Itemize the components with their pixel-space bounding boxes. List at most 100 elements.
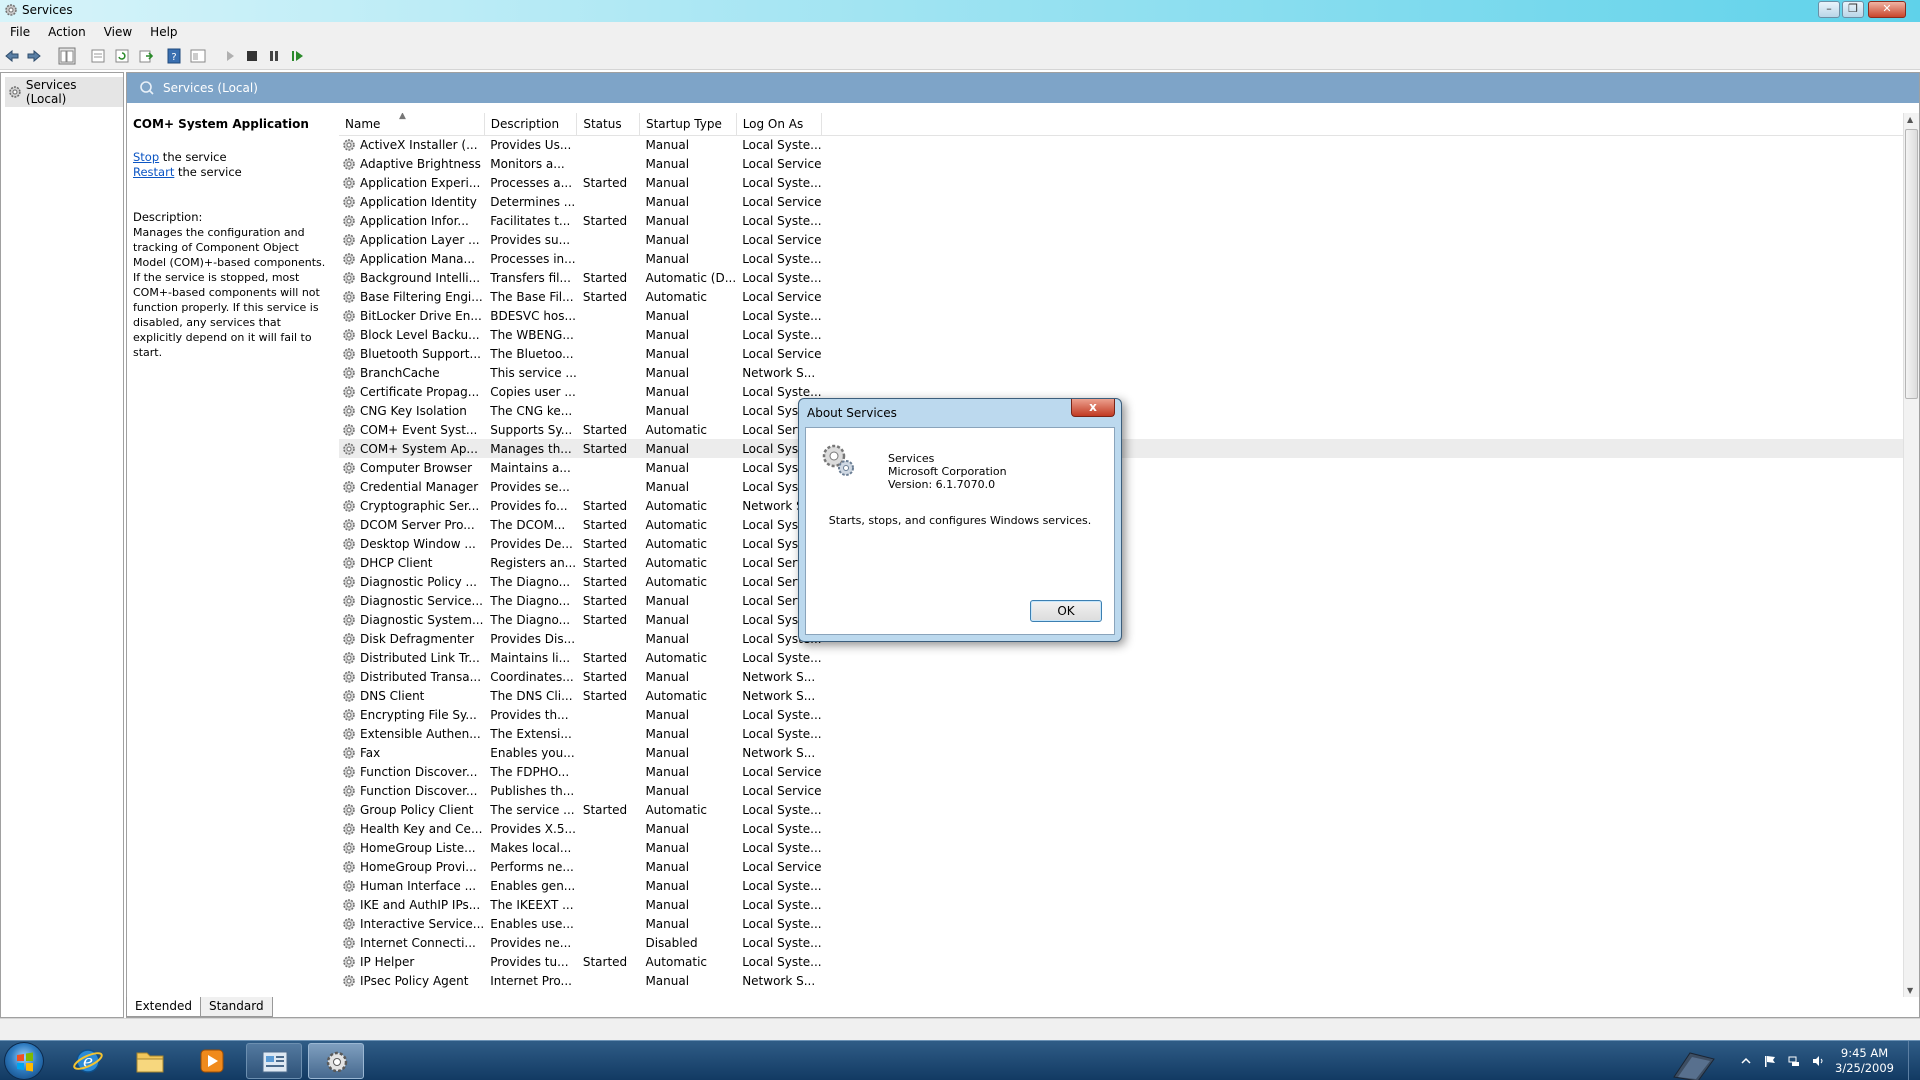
- table-row[interactable]: Block Level Backu... The WBENG... Manual Lo…: [339, 325, 1909, 344]
- show-desktop-button[interactable]: [1908, 1041, 1920, 1080]
- table-row[interactable]: Application Infor... Facilitates t... Star…: [339, 211, 1909, 230]
- scrollbar-thumb[interactable]: [1905, 129, 1918, 399]
- table-row[interactable]: Desktop Window ... Provides De... Started A…: [339, 534, 1909, 553]
- vertical-scrollbar[interactable]: ▲ ▼: [1903, 113, 1919, 997]
- column-header-status[interactable]: Status: [576, 113, 640, 136]
- table-row[interactable]: Distributed Transa... Coordinates... Start…: [339, 667, 1909, 686]
- table-row[interactable]: IKE and AuthIP IPs... The IKEEXT ... Manua…: [339, 895, 1909, 914]
- column-header-startup-type[interactable]: Startup Type: [639, 113, 737, 136]
- table-row[interactable]: Health Key and Ce... Provides X.5... Manua…: [339, 819, 1909, 838]
- menu-view[interactable]: View: [94, 22, 140, 39]
- minimize-button[interactable]: –: [1818, 1, 1840, 18]
- table-row[interactable]: Function Discover... The FDPHO... Manual Lo…: [339, 762, 1909, 781]
- cell-status: Started: [582, 612, 628, 627]
- table-row[interactable]: Interactive Service... Enables use... Manu…: [339, 914, 1909, 933]
- cell-name: IKE and AuthIP IPs...: [339, 895, 484, 914]
- restart-service-link[interactable]: Restart: [133, 165, 174, 179]
- description-text: Manages the configuration and tracking o…: [133, 226, 326, 359]
- view-icon[interactable]: [190, 48, 206, 64]
- network-icon[interactable]: [1788, 1055, 1800, 1067]
- table-row[interactable]: Background Intelli... Transfers fil... Sta…: [339, 268, 1909, 287]
- table-row[interactable]: Bluetooth Support... The Bluetoo... Manual…: [339, 344, 1909, 363]
- table-row[interactable]: BitLocker Drive En... BDESVC hos... Manual…: [339, 306, 1909, 325]
- stop-service-icon[interactable]: [244, 48, 260, 64]
- tab-standard[interactable]: Standard: [200, 997, 273, 1017]
- tree-node-services-local[interactable]: Services (Local): [5, 77, 123, 107]
- table-row[interactable]: DNS Client The DNS Cli... Started Automatic…: [339, 686, 1909, 705]
- ok-button[interactable]: OK: [1030, 600, 1102, 622]
- stop-service-link[interactable]: Stop: [133, 150, 159, 164]
- table-row[interactable]: HomeGroup Liste... Makes local... Manual Lo…: [339, 838, 1909, 857]
- table-row[interactable]: Internet Connecti... Provides ne... Disabl…: [339, 933, 1909, 952]
- tab-extended[interactable]: Extended: [126, 997, 201, 1017]
- start-service-icon[interactable]: [222, 48, 238, 64]
- show-hide-tree-icon[interactable]: [58, 47, 76, 65]
- properties-pane-icon[interactable]: [90, 48, 106, 64]
- export-list-icon[interactable]: [138, 48, 154, 64]
- scroll-up-arrow-icon[interactable]: ▲: [1907, 115, 1913, 124]
- table-row[interactable]: Adaptive Brightness Monitors a... Manual Lo…: [339, 154, 1909, 173]
- table-row[interactable]: Cryptographic Ser... Provides fo... Starte…: [339, 496, 1909, 515]
- table-row[interactable]: ActiveX Installer (... Provides Us... Manu…: [339, 135, 1909, 154]
- cell-startup-type: Manual: [645, 137, 690, 152]
- table-row[interactable]: DHCP Client Registers an... Started Automat…: [339, 553, 1909, 572]
- pause-service-icon[interactable]: [266, 48, 282, 64]
- table-row[interactable]: Application Identity Determines ... Manual…: [339, 192, 1909, 211]
- table-row[interactable]: Extensible Authen... The Extensi... Manual…: [339, 724, 1909, 743]
- volume-icon[interactable]: [1812, 1055, 1824, 1067]
- start-button[interactable]: [4, 1042, 44, 1080]
- table-row[interactable]: CNG Key Isolation The CNG ke... Manual Loca…: [339, 401, 1909, 420]
- taskbar-explorer-button[interactable]: [122, 1043, 178, 1079]
- dialog-close-button[interactable]: x: [1071, 399, 1115, 417]
- table-row[interactable]: Base Filtering Engi... The Base Fil... Sta…: [339, 287, 1909, 306]
- table-row[interactable]: Function Discover... Publishes th... Manua…: [339, 781, 1909, 800]
- table-row[interactable]: Application Experi... Processes a... Start…: [339, 173, 1909, 192]
- taskbar-ie-button[interactable]: e: [60, 1043, 116, 1079]
- table-row[interactable]: Computer Browser Maintains a... Manual Loca…: [339, 458, 1909, 477]
- table-row[interactable]: Human Interface ... Enables gen... Manual L…: [339, 876, 1909, 895]
- table-row[interactable]: IP Helper Provides tu... Started Automatic L…: [339, 952, 1909, 971]
- menu-help[interactable]: Help: [140, 22, 185, 39]
- table-row[interactable]: BranchCache This service ... Manual Network…: [339, 363, 1909, 382]
- table-row[interactable]: Distributed Link Tr... Maintains li... Sta…: [339, 648, 1909, 667]
- table-row[interactable]: Disk Defragmenter Provides Dis... Manual Lo…: [339, 629, 1909, 648]
- table-row[interactable]: Diagnostic Service... The Diagno... Starte…: [339, 591, 1909, 610]
- table-row[interactable]: Application Mana... Processes in... Manual…: [339, 249, 1909, 268]
- table-row[interactable]: HomeGroup Provi... Performs ne... Manual Lo…: [339, 857, 1909, 876]
- column-header-log-on-as[interactable]: Log On As: [736, 113, 823, 136]
- column-header-name[interactable]: ▲ Name: [339, 113, 485, 136]
- taskbar-services-button[interactable]: [308, 1043, 364, 1079]
- cell-status: [577, 401, 640, 420]
- refresh-icon[interactable]: [114, 48, 130, 64]
- help-icon[interactable]: ?: [166, 48, 182, 64]
- restart-line: Restart the service: [133, 165, 333, 180]
- table-row[interactable]: Application Layer ... Provides su... Manua…: [339, 230, 1909, 249]
- table-row[interactable]: IPsec Policy Agent Internet Pro... Manual N…: [339, 971, 1909, 990]
- table-row[interactable]: Diagnostic System... The Diagno... Started…: [339, 610, 1909, 629]
- maximize-button[interactable]: ❐: [1842, 1, 1864, 18]
- show-hidden-icons-icon[interactable]: [1740, 1055, 1752, 1067]
- table-row[interactable]: Group Policy Client The service ... Starte…: [339, 800, 1909, 819]
- taskbar-control-panel-button[interactable]: [246, 1043, 302, 1079]
- scroll-down-arrow-icon[interactable]: ▼: [1907, 986, 1913, 995]
- restart-service-icon[interactable]: [290, 48, 306, 64]
- back-arrow-icon[interactable]: [4, 48, 20, 64]
- table-row[interactable]: Diagnostic Policy ... The Diagno... Starte…: [339, 572, 1909, 591]
- action-center-flag-icon[interactable]: [1764, 1055, 1776, 1067]
- column-header-description[interactable]: Description: [484, 113, 578, 136]
- forward-arrow-icon[interactable]: [26, 48, 42, 64]
- menu-file[interactable]: File: [0, 22, 38, 39]
- menu-action[interactable]: Action: [38, 22, 94, 39]
- table-row[interactable]: Fax Enables you... Manual Network S...: [339, 743, 1909, 762]
- table-row[interactable]: Credential Manager Provides se... Manual Lo…: [339, 477, 1909, 496]
- description-label: Description:: [133, 210, 203, 224]
- table-row[interactable]: COM+ System Ap... Manages th... Started Man…: [339, 439, 1909, 458]
- table-row[interactable]: Encrypting File Sy... Provides th... Manua…: [339, 705, 1909, 724]
- table-row[interactable]: DCOM Server Pro... The DCOM... Started Auto…: [339, 515, 1909, 534]
- cell-name: Diagnostic Service...: [339, 591, 484, 610]
- table-row[interactable]: COM+ Event Syst... Supports Sy... Started A…: [339, 420, 1909, 439]
- taskbar-media-player-button[interactable]: [184, 1043, 240, 1079]
- table-row[interactable]: Certificate Propag... Copies user ... Manu…: [339, 382, 1909, 401]
- system-clock[interactable]: 9:45 AM 3/25/2009: [1835, 1046, 1894, 1076]
- close-window-button[interactable]: ✕: [1868, 1, 1906, 18]
